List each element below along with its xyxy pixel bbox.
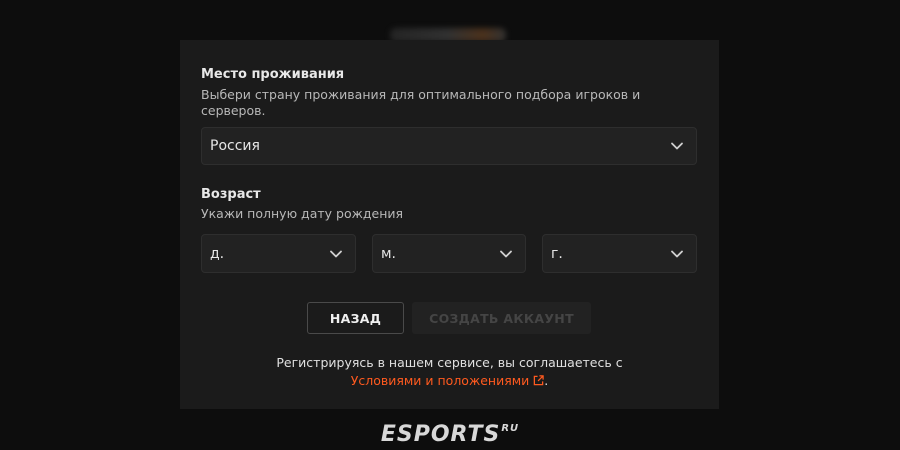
terms-link-line: Условиями и положениями . <box>180 372 719 390</box>
footer-logo-suffix: RU <box>501 423 520 434</box>
chevron-down-icon <box>330 250 342 257</box>
chevron-down-icon <box>671 250 683 257</box>
registration-panel: Место проживания Выбери страну проживани… <box>180 40 719 409</box>
chevron-down-icon <box>500 250 512 257</box>
create-account-button[interactable]: СОЗДАТЬ АККАУНТ <box>412 302 591 334</box>
birth-year-value: г. <box>551 245 563 262</box>
esports-ru-logo: ESPORTSRU <box>0 422 900 447</box>
terms-notice: Регистрируясь в нашем сервисе, вы соглаш… <box>180 354 719 390</box>
footer-logo-text: ESPORTS <box>380 422 501 447</box>
birth-month-select[interactable]: м. <box>372 234 526 273</box>
birth-day-value: д. <box>210 245 225 262</box>
age-description: Укажи полную дату рождения <box>201 206 404 221</box>
country-select-value: Россия <box>210 138 260 154</box>
external-link-icon <box>534 375 545 386</box>
country-select[interactable]: Россия <box>201 127 697 165</box>
back-button[interactable]: НАЗАД <box>307 302 404 334</box>
residence-title: Место проживания <box>201 67 345 82</box>
age-title: Возраст <box>201 187 261 202</box>
terms-text: Регистрируясь в нашем сервисе, вы соглаш… <box>276 355 623 370</box>
birth-year-select[interactable]: г. <box>542 234 697 273</box>
chevron-down-icon <box>671 142 683 150</box>
terms-link[interactable]: Условиями и положениями <box>351 373 545 388</box>
birth-month-value: м. <box>381 245 397 262</box>
terms-suffix: . <box>544 373 549 388</box>
terms-link-text: Условиями и положениями <box>350 373 530 388</box>
birth-day-select[interactable]: д. <box>201 234 356 273</box>
residence-description: Выбери страну проживания для оптимальног… <box>201 87 641 118</box>
